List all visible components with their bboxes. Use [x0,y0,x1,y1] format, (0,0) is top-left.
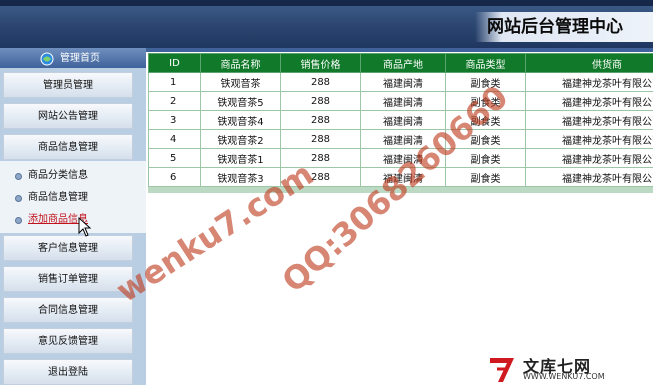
table-header-row: ID 商品名称 销售价格 商品产地 商品类型 供货商 [148,53,653,73]
cell-type: 副食类 [445,72,526,92]
cell-type: 副食类 [445,148,526,168]
column-header-price: 销售价格 [280,53,361,73]
sidebar-item-label: 商品信息管理 [38,142,98,153]
sidebar-item-notice-management[interactable]: 网站公告管理 [3,103,133,129]
mouse-cursor-icon [78,217,92,237]
cell-supplier: 福建神龙茶叶有限公司 [525,91,653,111]
sidebar-item-label: 管理员管理 [43,80,93,91]
sidebar-home-link[interactable]: 管理首页 [0,48,146,68]
sidebar-item-logout[interactable]: 退出登陆 [3,359,133,385]
sidebar-item-contract-management[interactable]: 合同信息管理 [3,297,133,323]
cell-price: 288 [280,91,361,111]
cell-id: 4 [148,129,201,149]
sidebar-home-label: 管理首页 [60,53,100,64]
table-row[interactable]: 2 铁观音茶5 288 福建闽清 副食类 福建神龙茶叶有限公司 [148,91,653,111]
header-top-band [0,0,653,6]
sidebar-item-label: 客户信息管理 [38,243,98,254]
cell-name: 铁观音茶5 [200,91,281,111]
page-title: 网站后台管理中心 [475,12,653,42]
cell-origin: 福建闽清 [360,167,446,187]
bullet-icon [15,195,22,202]
column-header-type: 商品类型 [445,53,526,73]
sidebar-item-label: 合同信息管理 [38,305,98,316]
cell-id: 3 [148,110,201,130]
product-submenu: 商品分类信息 商品信息管理 添加商品信息 [0,161,146,233]
submenu-item-add-product[interactable]: 添加商品信息 [0,209,146,231]
cell-type: 副食类 [445,167,526,187]
table-row[interactable]: 6 铁观音茶3 288 福建闽清 副食类 福建神龙茶叶有限公司 [148,167,653,187]
cell-supplier: 福建神龙茶叶有限公司 [525,72,653,92]
cell-origin: 福建闽清 [360,72,446,92]
sidebar-item-product-management[interactable]: 商品信息管理 [3,134,133,160]
sidebar-item-customer-management[interactable]: 客户信息管理 [3,235,133,261]
cell-origin: 福建闽清 [360,91,446,111]
table-row[interactable]: 4 铁观音茶2 288 福建闽清 副食类 福建神龙茶叶有限公司 [148,129,653,149]
cell-type: 副食类 [445,129,526,149]
cell-type: 副食类 [445,110,526,130]
cell-name: 铁观音茶2 [200,129,281,149]
sidebar-item-order-management[interactable]: 销售订单管理 [3,266,133,292]
cell-id: 2 [148,91,201,111]
cell-name: 铁观音茶3 [200,167,281,187]
page-header: 网站后台管理中心 [0,0,653,48]
cell-id: 1 [148,72,201,92]
table-row[interactable]: 3 铁观音茶4 288 福建闽清 副食类 福建神龙茶叶有限公司 [148,110,653,130]
cell-supplier: 福建神龙茶叶有限公司 [525,129,653,149]
table-row[interactable]: 5 铁观音茶1 288 福建闽清 副食类 福建神龙茶叶有限公司 [148,148,653,168]
sidebar-item-label: 退出登陆 [48,367,88,378]
cell-price: 288 [280,167,361,187]
logo-site-text: WWW.WENKU7.COM [523,372,605,381]
main-content: ID 商品名称 销售价格 商品产地 商品类型 供货商 1 铁观音茶 288 福建… [146,48,653,385]
home-icon [40,52,54,66]
cell-name: 铁观音茶 [200,72,281,92]
submenu-item-label: 商品信息管理 [28,192,88,203]
sidebar-item-label: 网站公告管理 [38,111,98,122]
cell-price: 288 [280,72,361,92]
cell-origin: 福建闽清 [360,110,446,130]
cell-supplier: 福建神龙茶叶有限公司 [525,167,653,187]
main-top-strip [146,48,653,52]
table-row[interactable]: 1 铁观音茶 288 福建闽清 副食类 福建神龙茶叶有限公司 [148,72,653,92]
admin-page: 网站后台管理中心 管理首页 管理员管理 网站公告管理 商品信息管理 商品分类信息 [0,0,653,385]
cell-origin: 福建闽清 [360,129,446,149]
cell-supplier: 福建神龙茶叶有限公司 [525,110,653,130]
cell-id: 6 [148,167,201,187]
watermark-logo: 文库七网 WWW.WENKU7.COM [483,352,653,385]
column-header-id: ID [148,53,201,73]
submenu-item-product-category[interactable]: 商品分类信息 [0,165,146,187]
submenu-item-label: 商品分类信息 [28,170,88,181]
cell-origin: 福建闽清 [360,148,446,168]
sidebar-item-feedback-management[interactable]: 意见反馈管理 [3,328,133,354]
cell-price: 288 [280,129,361,149]
cell-type: 副食类 [445,91,526,111]
sidebar-item-admin-management[interactable]: 管理员管理 [3,72,133,98]
product-table-container: ID 商品名称 销售价格 商品产地 商品类型 供货商 1 铁观音茶 288 福建… [148,53,653,193]
bullet-icon [15,173,22,180]
submenu-item-product-info[interactable]: 商品信息管理 [0,187,146,209]
product-table: ID 商品名称 销售价格 商品产地 商品类型 供货商 1 铁观音茶 288 福建… [148,53,653,187]
cell-id: 5 [148,148,201,168]
bullet-icon [15,217,22,224]
cell-supplier: 福建神龙茶叶有限公司 [525,148,653,168]
cell-name: 铁观音茶4 [200,110,281,130]
cell-price: 288 [280,110,361,130]
sidebar: 管理首页 管理员管理 网站公告管理 商品信息管理 商品分类信息 商品信息管理 添… [0,48,146,385]
sidebar-item-label: 销售订单管理 [38,274,98,285]
cell-name: 铁观音茶1 [200,148,281,168]
column-header-name: 商品名称 [200,53,281,73]
column-header-supplier: 供货商 [525,53,653,73]
sidebar-item-label: 意见反馈管理 [38,336,98,347]
cell-price: 288 [280,148,361,168]
column-header-origin: 商品产地 [360,53,446,73]
wenku7-logo-icon [490,358,514,382]
